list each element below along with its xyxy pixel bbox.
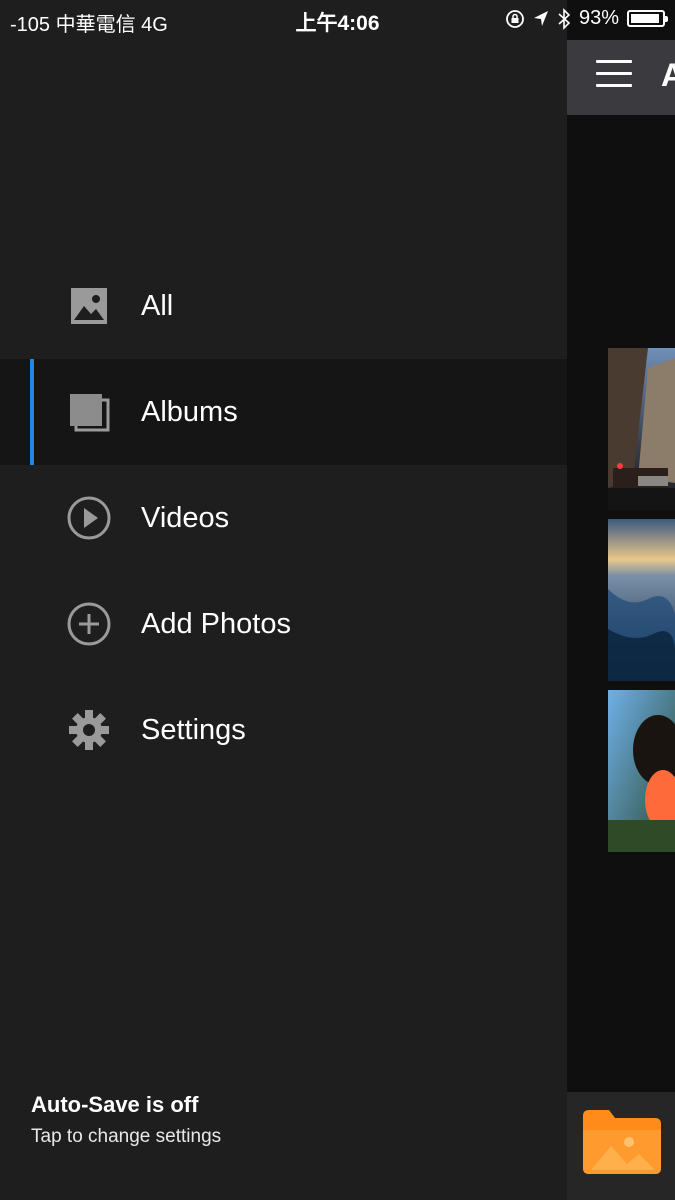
main-content: A — [567, 0, 675, 1200]
battery-icon — [627, 10, 668, 27]
location-arrow-icon — [533, 10, 548, 26]
menu-item-label: Add Photos — [141, 607, 291, 640]
plus-circle-icon — [66, 601, 112, 647]
menu-item-label: Videos — [141, 501, 230, 534]
autosave-subtitle: Tap to change settings — [31, 1126, 222, 1147]
menu-item-settings[interactable]: Settings — [0, 677, 567, 783]
autosave-title: Auto-Save is off — [31, 1092, 199, 1117]
menu-item-add-photos[interactable]: Add Photos — [0, 571, 567, 677]
play-circle-icon — [66, 495, 112, 541]
ocean-sunset-photo[interactable] — [608, 519, 675, 681]
image-icon — [66, 283, 112, 329]
status-bar: -105 中華電信 4G 上午4:06 93% — [0, 0, 675, 40]
menu-item-videos[interactable]: Videos — [0, 465, 567, 571]
top-app-bar: A — [567, 40, 675, 115]
page-title: A — [661, 57, 675, 93]
menu-item-label: All — [141, 289, 174, 322]
albums-icon — [66, 389, 112, 435]
menu-item-label: Settings — [141, 713, 246, 746]
gear-icon — [66, 707, 112, 753]
bluetooth-icon — [558, 7, 571, 30]
autosave-notice[interactable]: Auto-Save is off Tap to change settings — [31, 1092, 221, 1148]
folder-photos-icon[interactable] — [583, 1110, 661, 1174]
bottom-bar — [567, 1092, 675, 1200]
battery-percent: 93% — [578, 7, 619, 29]
menu-item-all[interactable]: All — [0, 253, 567, 359]
hamburger-menu-icon[interactable] — [596, 60, 632, 88]
status-right: 93% — [505, 7, 668, 30]
rotation-lock-icon — [506, 9, 524, 28]
menu-item-albums[interactable]: Albums — [0, 359, 567, 465]
navigation-drawer: All Albums Videos Add Photos Settings Au… — [0, 0, 567, 1200]
drawer-menu: All Albums Videos Add Photos Settings — [0, 253, 567, 783]
dog-photo[interactable] — [608, 690, 675, 852]
city-street-photo[interactable] — [608, 348, 675, 510]
menu-item-label: Albums — [141, 395, 238, 428]
